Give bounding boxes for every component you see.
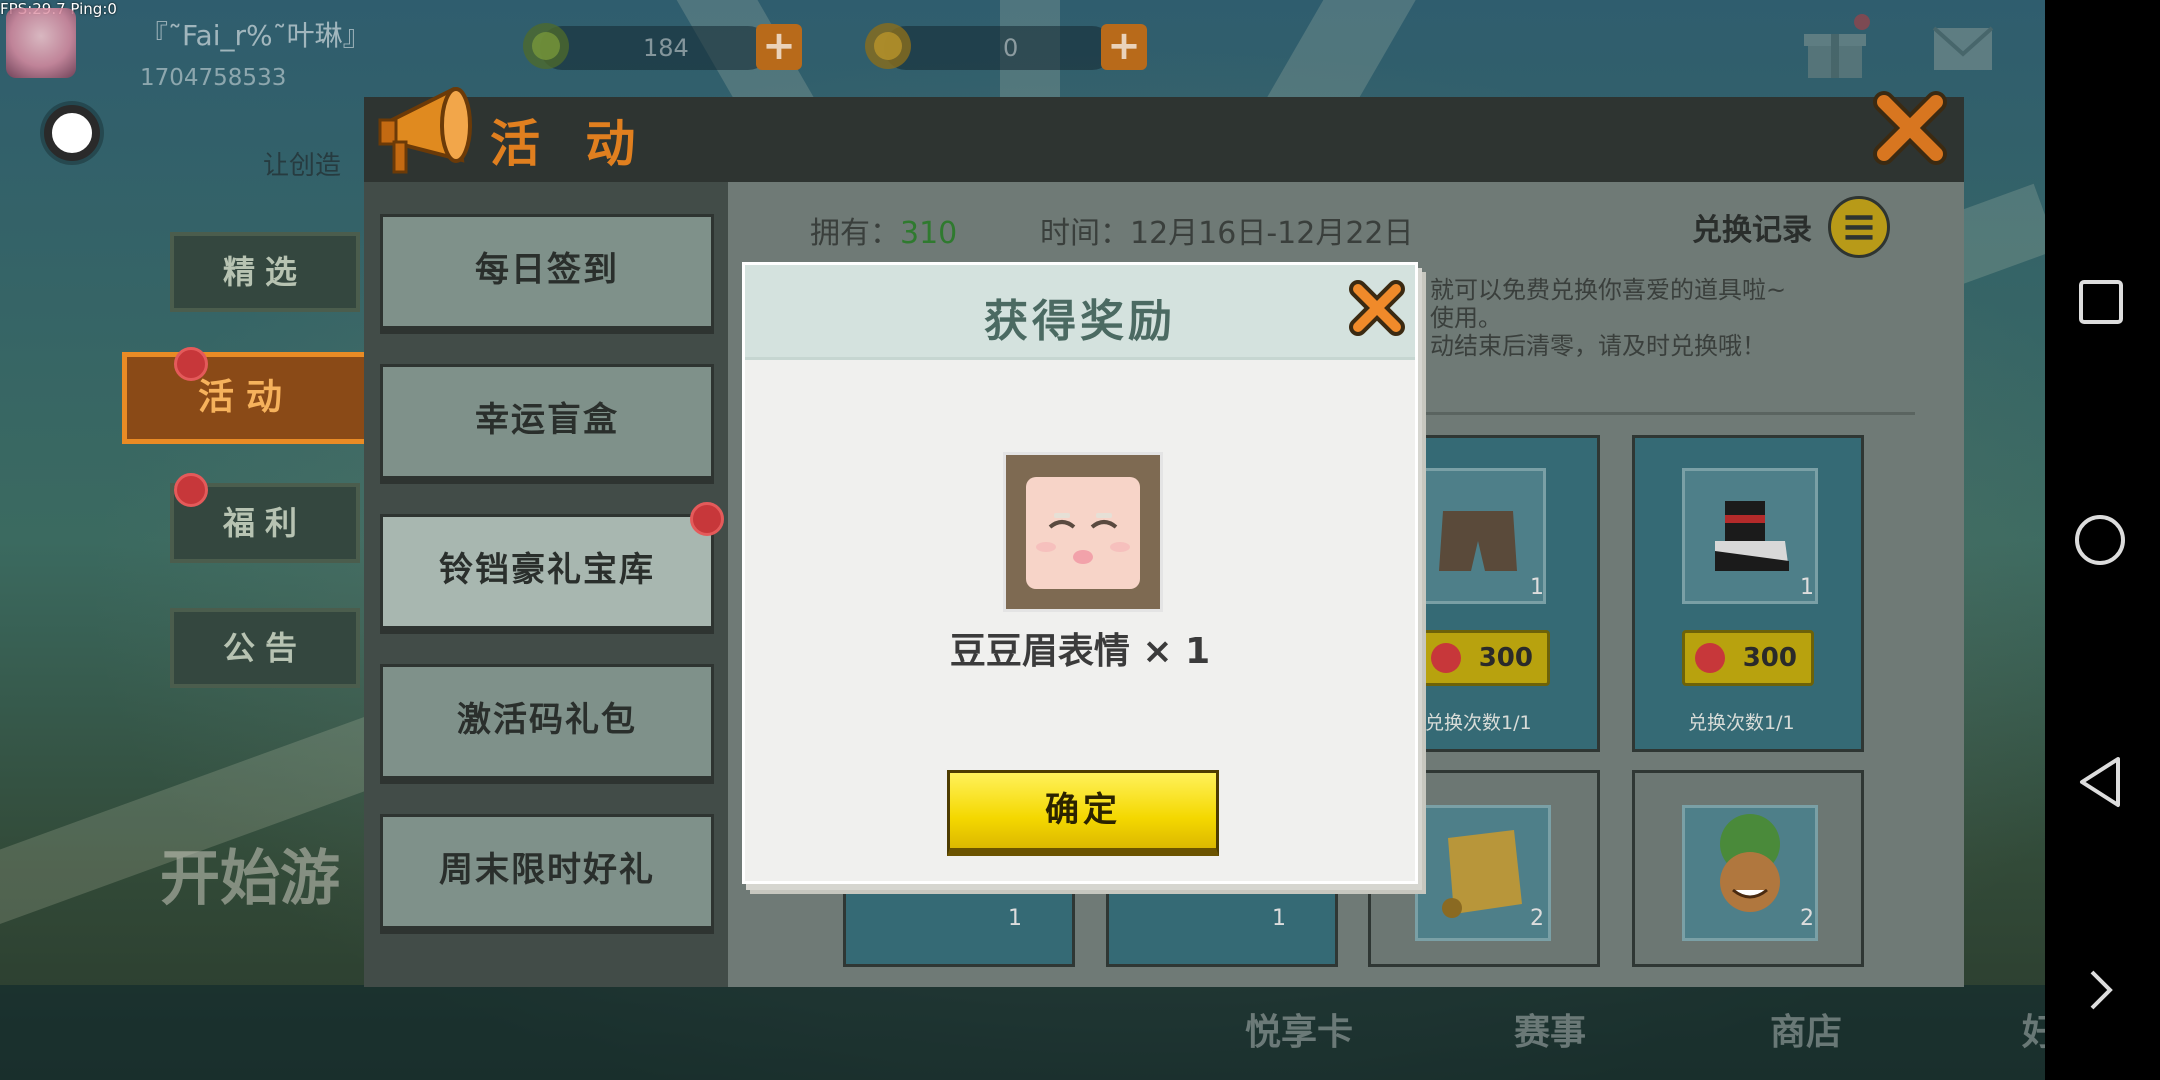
add-gem-button[interactable]: + <box>756 24 802 70</box>
owned-value: 310 <box>900 216 958 251</box>
home-icon[interactable] <box>2073 513 2127 567</box>
menu-activation-code[interactable]: 激活码礼包 <box>380 664 714 784</box>
gift-icon[interactable] <box>1800 14 1870 84</box>
bell-icon <box>1431 643 1461 673</box>
player-name: 『˜Fai_r%˜叶琳』 <box>140 19 371 52</box>
event-time-range: 时间：12月16日-12月22日 <box>1040 216 1414 251</box>
megaphone-icon <box>378 86 472 174</box>
item-count: 1 <box>1008 906 1022 931</box>
recent-apps-icon[interactable] <box>2077 278 2125 326</box>
nav-pass-card[interactable]: 悦享卡 <box>1245 1003 1353 1055</box>
item-count: 1 <box>1272 906 1286 931</box>
smiling-face-icon <box>1026 477 1140 589</box>
reward-item-name: 豆豆眉表情 × 1 <box>949 631 1211 672</box>
list-icon[interactable] <box>1828 196 1890 258</box>
tab-notice[interactable]: 公告 <box>170 608 360 688</box>
tab-featured[interactable]: 精选 <box>170 232 360 312</box>
bell-treasury-notification-dot <box>690 502 724 536</box>
screen-record-button[interactable] <box>44 105 100 161</box>
reward-item-frame <box>1003 452 1163 612</box>
item-image-boots <box>1682 468 1818 604</box>
add-coin-button[interactable]: + <box>1101 24 1147 70</box>
menu-lucky-box[interactable]: 幸运盲盒 <box>380 364 714 484</box>
back-icon[interactable] <box>2076 755 2124 809</box>
description-line: 动结束后清零，请及时兑换哦！ <box>1430 332 1766 360</box>
dialog-close-icon[interactable] <box>1346 277 1408 339</box>
activity-panel-title: 活 动 <box>490 115 650 173</box>
owned-bells: 拥有：310 <box>810 208 957 252</box>
price-value: 300 <box>1478 643 1533 673</box>
divider <box>1410 412 1915 415</box>
confirm-button[interactable]: 确定 <box>947 770 1219 856</box>
start-game-text: 开始游 <box>160 844 340 914</box>
exchange-price-button[interactable]: 300 <box>1682 630 1814 686</box>
item-image-shorts <box>1410 468 1546 604</box>
owned-label: 拥有： <box>810 216 900 251</box>
gem-count: 184 <box>643 34 689 62</box>
exchange-limit: 兑换次数1/1 <box>1425 712 1532 734</box>
mail-icon[interactable] <box>1928 14 1998 84</box>
tagline-text: 让创造 <box>263 151 342 181</box>
menu-bell-treasury[interactable]: 铃铛豪礼宝库 <box>380 514 714 634</box>
item-count: 1 <box>1800 575 1814 600</box>
chevron-right-icon[interactable] <box>2088 968 2114 1012</box>
menu-weekend-gift[interactable]: 周末限时好礼 <box>380 814 714 934</box>
nav-events[interactable]: 赛事 <box>1514 1003 1586 1055</box>
panel-close-icon[interactable] <box>1870 88 1950 168</box>
gold-coin-icon <box>865 23 911 69</box>
item-count: 1 <box>1530 575 1544 600</box>
coin-bar <box>884 26 1114 70</box>
player-id: 1704758533 <box>140 65 287 91</box>
item-count: 2 <box>1530 906 1544 931</box>
exchange-record-label[interactable]: 兑换记录 <box>1692 205 1812 249</box>
exchange-limit: 兑换次数1/1 <box>1688 712 1795 734</box>
exchange-price-button[interactable]: 300 <box>1418 630 1550 686</box>
item-count: 2 <box>1800 906 1814 931</box>
bell-icon <box>1695 643 1725 673</box>
activity-notification-dot <box>174 347 208 381</box>
coin-count: 0 <box>1003 34 1019 62</box>
price-value: 300 <box>1742 643 1797 673</box>
welfare-notification-dot <box>174 473 208 507</box>
green-gem-icon <box>523 23 569 69</box>
nav-shop[interactable]: 商店 <box>1770 1003 1842 1055</box>
tab-activity[interactable]: 活动 <box>122 352 370 444</box>
reward-dialog-title: 获得奖励 <box>984 296 1176 347</box>
player-avatar[interactable] <box>6 8 76 78</box>
menu-daily-checkin[interactable]: 每日签到 <box>380 214 714 334</box>
bottom-nav-bar <box>0 985 2045 1080</box>
item-image-tree-character <box>1682 805 1818 941</box>
